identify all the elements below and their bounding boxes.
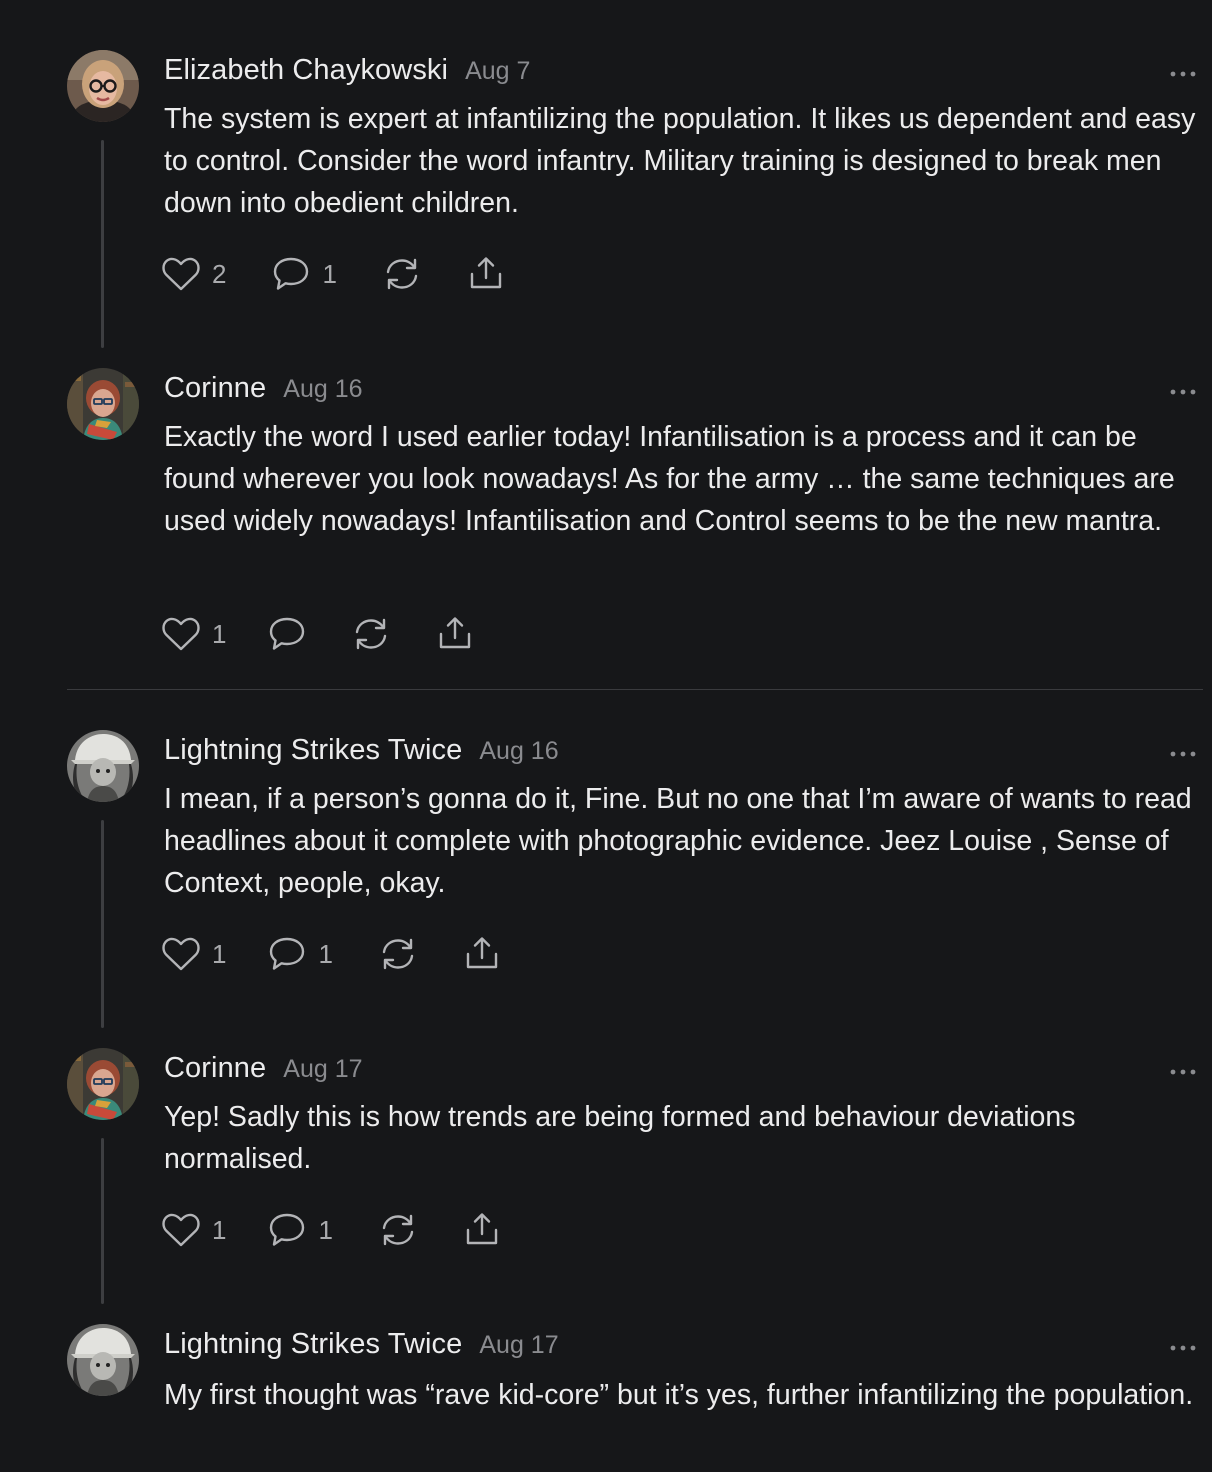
reply-button[interactable]: 1 xyxy=(266,1210,333,1250)
share-button[interactable] xyxy=(465,254,507,294)
ellipsis-icon xyxy=(1170,389,1196,395)
heart-icon xyxy=(162,257,200,291)
share-button[interactable] xyxy=(461,934,503,974)
reply-count: 1 xyxy=(318,1214,333,1245)
avatar[interactable] xyxy=(67,730,139,802)
like-count: 1 xyxy=(212,618,227,649)
speech-bubble-icon xyxy=(274,257,309,290)
like-button[interactable]: 1 xyxy=(160,1210,226,1250)
speech-bubble-icon xyxy=(270,937,305,970)
comment-date[interactable]: Aug 7 xyxy=(465,57,530,86)
comment-actions: 1 1 xyxy=(160,934,503,974)
restack-icon xyxy=(356,618,387,650)
restack-icon xyxy=(382,1214,414,1246)
comment-text: The system is expert at infantilizing th… xyxy=(164,103,1196,219)
ellipsis-icon xyxy=(1170,1069,1196,1075)
ellipsis-icon xyxy=(1170,751,1196,757)
share-icon xyxy=(466,937,498,969)
restack-icon xyxy=(386,258,418,290)
comment-actions: 1 1 xyxy=(160,1210,503,1250)
like-count: 1 xyxy=(212,938,227,969)
like-button[interactable]: 2 xyxy=(160,254,226,294)
share-button[interactable] xyxy=(434,614,476,654)
comment-actions: 1 xyxy=(160,614,476,654)
speech-bubble-icon xyxy=(270,617,305,650)
comment-text: Yep! Sadly this is how trends are being … xyxy=(164,1101,1076,1175)
comment-date[interactable]: Aug 16 xyxy=(283,375,362,404)
share-icon xyxy=(466,1213,498,1245)
avatar[interactable] xyxy=(67,1048,139,1120)
avatar[interactable] xyxy=(67,368,139,440)
reply-count: 1 xyxy=(322,258,337,289)
more-options-button[interactable] xyxy=(1168,1064,1198,1075)
like-count: 2 xyxy=(212,258,227,289)
thread-line xyxy=(101,140,104,348)
like-button[interactable]: 1 xyxy=(160,934,226,974)
share-button[interactable] xyxy=(461,1210,503,1250)
author-name[interactable]: Corinne xyxy=(164,372,266,405)
comment-header: Elizabeth Chaykowski Aug 7 xyxy=(164,54,530,90)
speech-bubble-icon xyxy=(270,1213,305,1246)
author-name[interactable]: Lightning Strikes Twice xyxy=(164,1328,462,1361)
like-button[interactable]: 1 xyxy=(160,614,226,654)
comment-date[interactable]: Aug 16 xyxy=(479,737,558,766)
author-name[interactable]: Elizabeth Chaykowski xyxy=(164,54,448,87)
author-name[interactable]: Corinne xyxy=(164,1052,266,1085)
ellipsis-icon xyxy=(1170,71,1196,77)
restack-button[interactable] xyxy=(377,934,419,974)
more-options-button[interactable] xyxy=(1168,746,1198,757)
reply-button[interactable]: 1 xyxy=(266,934,333,974)
reply-button[interactable] xyxy=(266,614,308,654)
heart-icon xyxy=(162,1213,200,1247)
comment-header: Corinne Aug 17 xyxy=(164,1052,363,1088)
comment-header: Corinne Aug 16 xyxy=(164,372,363,408)
comment-actions: 2 1 xyxy=(160,254,507,294)
more-options-button[interactable] xyxy=(1168,66,1198,77)
comment-header: Lightning Strikes Twice Aug 16 xyxy=(164,734,559,770)
author-name[interactable]: Lightning Strikes Twice xyxy=(164,734,462,767)
heart-icon xyxy=(162,617,200,651)
comment-text: My first thought was “rave kid-core” but… xyxy=(164,1379,1194,1411)
reply-button[interactable]: 1 xyxy=(270,254,337,294)
restack-button[interactable] xyxy=(350,614,392,654)
comment-header: Lightning Strikes Twice Aug 17 xyxy=(164,1328,559,1364)
like-count: 1 xyxy=(212,1214,227,1245)
comment-date[interactable]: Aug 17 xyxy=(479,1331,558,1360)
thread-divider xyxy=(67,689,1203,690)
more-options-button[interactable] xyxy=(1168,384,1198,395)
share-icon xyxy=(470,257,502,289)
comment-text: I mean, if a person’s gonna do it, Fine.… xyxy=(164,783,1192,899)
thread-line xyxy=(101,1138,104,1304)
thread-line xyxy=(101,820,104,1028)
comment-text: Exactly the word I used earlier today! I… xyxy=(164,421,1175,537)
restack-icon xyxy=(382,938,414,970)
comment-date[interactable]: Aug 17 xyxy=(283,1055,362,1084)
avatar[interactable] xyxy=(67,50,139,122)
ellipsis-icon xyxy=(1170,1345,1196,1351)
share-icon xyxy=(440,617,471,649)
more-options-button[interactable] xyxy=(1168,1340,1198,1351)
restack-button[interactable] xyxy=(377,1210,419,1250)
avatar[interactable] xyxy=(67,1324,139,1396)
heart-icon xyxy=(162,937,200,971)
restack-button[interactable] xyxy=(381,254,423,294)
reply-count: 1 xyxy=(318,938,333,969)
